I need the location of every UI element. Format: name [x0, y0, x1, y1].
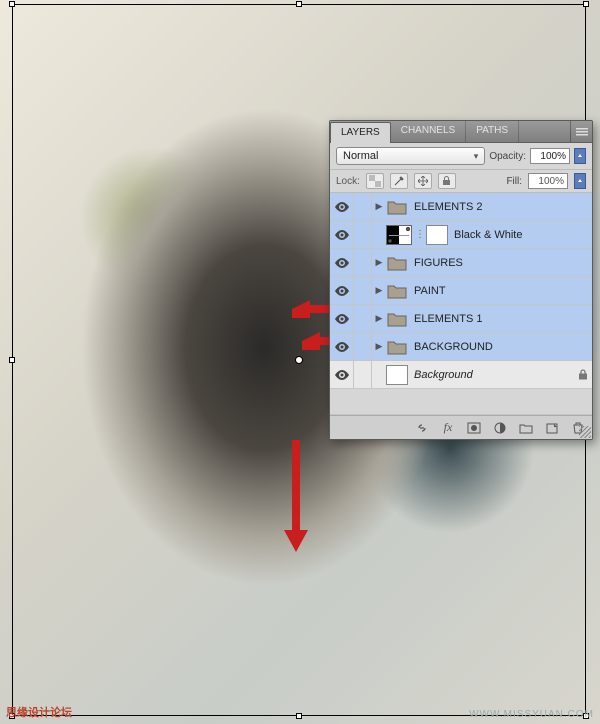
layer-row[interactable]: ▶ ELEMENTS 1: [330, 305, 592, 333]
layer-name[interactable]: Black & White: [454, 229, 592, 241]
opacity-label: Opacity:: [489, 151, 526, 162]
layer-spacer: [354, 361, 372, 388]
layer-row[interactable]: ▶ FIGURES: [330, 249, 592, 277]
visibility-toggle[interactable]: [330, 277, 354, 304]
panel-resize-handle[interactable]: [579, 426, 591, 438]
new-group-icon[interactable]: [518, 420, 534, 436]
visibility-toggle[interactable]: [330, 221, 354, 248]
folder-icon: [386, 281, 408, 301]
visibility-toggle[interactable]: [330, 361, 354, 388]
chevron-down-icon: ▾: [474, 151, 479, 162]
adjustment-thumb: [386, 225, 412, 245]
lock-position-button[interactable]: [414, 173, 432, 189]
fill-slider-button[interactable]: [574, 173, 586, 189]
fill-label: Fill:: [506, 176, 522, 187]
layer-spacer: [354, 249, 372, 276]
layers-list: ▶ELEMENTS 2⋮Black & White▶FIGURES▶PAINT▶…: [330, 193, 592, 389]
watermark-left: 思缘设计论坛: [6, 704, 72, 720]
visibility-toggle[interactable]: [330, 305, 354, 332]
layers-empty-area[interactable]: [330, 389, 592, 415]
disclosure-triangle-icon[interactable]: ▶: [372, 257, 386, 268]
disclosure-triangle-icon[interactable]: ▶: [372, 341, 386, 352]
annotation-arrow-1: [292, 300, 332, 318]
layer-spacer: [354, 221, 372, 248]
lock-fill-row: Lock: Fill: 100%: [330, 170, 592, 193]
layer-row[interactable]: ▶ ELEMENTS 2: [330, 193, 592, 221]
folder-icon: [386, 309, 408, 329]
layer-name[interactable]: ELEMENTS 2: [414, 201, 592, 213]
layer-spacer: [354, 305, 372, 332]
folder-icon: [386, 337, 408, 357]
layer-row[interactable]: ▶ PAINT: [330, 277, 592, 305]
opacity-input[interactable]: 100%: [530, 148, 570, 164]
layer-mask-thumb[interactable]: [426, 225, 448, 245]
tab-layers[interactable]: LAYERS: [330, 122, 391, 143]
layer-spacer: [354, 277, 372, 304]
lock-transparency-button[interactable]: [366, 173, 384, 189]
watermark-right: WWW.MISSYUAN.COM: [469, 709, 594, 720]
panel-menu-button[interactable]: [570, 121, 592, 142]
layers-panel: LAYERS CHANNELS PATHS Normal ▾ Opacity: …: [329, 120, 593, 440]
lock-icon: [574, 369, 592, 380]
panel-tabs: LAYERS CHANNELS PATHS: [330, 121, 592, 143]
fill-input[interactable]: 100%: [528, 173, 568, 189]
disclosure-triangle-icon[interactable]: ▶: [372, 313, 386, 324]
disclosure-triangle-icon[interactable]: ▶: [372, 201, 386, 212]
layer-name[interactable]: ELEMENTS 1: [414, 313, 592, 325]
opacity-slider-button[interactable]: [574, 148, 586, 164]
layer-row[interactable]: Background: [330, 361, 592, 389]
layer-name[interactable]: Background: [414, 369, 574, 381]
disclosure-triangle-icon[interactable]: ▶: [372, 285, 386, 296]
annotation-arrow-down: [287, 440, 305, 552]
layer-name[interactable]: FIGURES: [414, 257, 592, 269]
layer-thumb: [386, 365, 408, 385]
lock-all-button[interactable]: [438, 173, 456, 189]
adjustment-layer-icon[interactable]: [492, 420, 508, 436]
layer-mask-icon[interactable]: [466, 420, 482, 436]
folder-icon: [386, 197, 408, 217]
link-layers-icon[interactable]: [414, 420, 430, 436]
layer-spacer: [354, 333, 372, 360]
new-layer-icon[interactable]: [544, 420, 560, 436]
layer-style-icon[interactable]: fx: [440, 420, 456, 436]
lock-pixels-button[interactable]: [390, 173, 408, 189]
blend-mode-select[interactable]: Normal ▾: [336, 147, 485, 165]
visibility-toggle[interactable]: [330, 249, 354, 276]
panel-footer: fx: [330, 415, 592, 439]
layer-row[interactable]: ▶ BACKGROUND: [330, 333, 592, 361]
tab-channels[interactable]: CHANNELS: [391, 121, 466, 142]
layer-name[interactable]: PAINT: [414, 285, 592, 297]
tab-paths[interactable]: PATHS: [466, 121, 519, 142]
blend-mode-value: Normal: [343, 150, 378, 162]
visibility-toggle[interactable]: [330, 193, 354, 220]
blend-opacity-row: Normal ▾ Opacity: 100%: [330, 143, 592, 170]
mask-link-icon[interactable]: ⋮: [414, 229, 426, 240]
lock-label: Lock:: [336, 176, 360, 187]
layer-row[interactable]: ⋮ Black & White: [330, 221, 592, 249]
layer-spacer: [354, 193, 372, 220]
layer-name[interactable]: BACKGROUND: [414, 341, 592, 353]
visibility-toggle[interactable]: [330, 333, 354, 360]
folder-icon: [386, 253, 408, 273]
